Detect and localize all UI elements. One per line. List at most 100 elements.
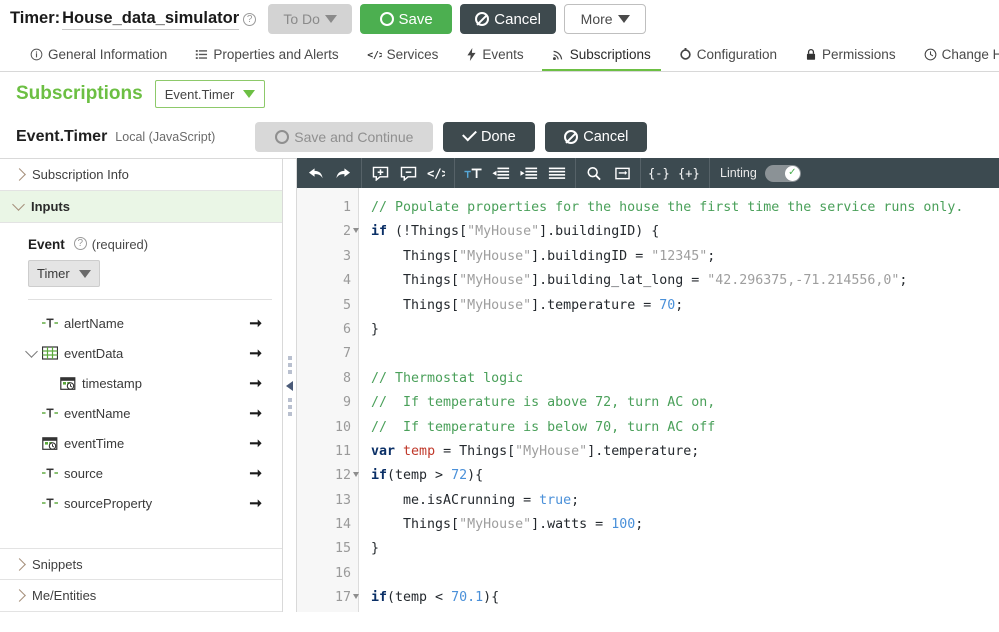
code-token: ; xyxy=(675,298,683,313)
subscription-select-value: Event.Timer xyxy=(165,87,235,102)
datetime-type-icon xyxy=(40,436,60,450)
redo-icon[interactable] xyxy=(329,158,357,188)
editor-header: Event.Timer Local (JavaScript) Save and … xyxy=(0,116,999,158)
collapse-panel-arrow-icon[interactable] xyxy=(286,381,293,391)
chevron-down-icon[interactable] xyxy=(22,349,40,358)
top-toolbar: Timer: House_data_simulator ? To Do Save… xyxy=(0,0,999,38)
insert-arrow-icon[interactable]: ➞ xyxy=(249,496,262,511)
cancel-button[interactable]: Cancel xyxy=(460,4,556,34)
tree-item-sourceProperty[interactable]: sourceProperty ➞ xyxy=(0,488,282,518)
more-button-label: More xyxy=(581,11,613,27)
search-icon[interactable] xyxy=(580,158,608,188)
replace-icon[interactable] xyxy=(608,158,636,188)
accordion-subscription-info[interactable]: Subscription Info xyxy=(0,159,282,191)
tree-item-eventData[interactable]: eventData ➞ xyxy=(0,338,282,368)
tree-item-eventName[interactable]: eventName ➞ xyxy=(0,398,282,428)
indent-icon[interactable] xyxy=(515,158,543,188)
tab-subscriptions[interactable]: Subscriptions xyxy=(538,38,665,71)
code-token: Things[ xyxy=(371,273,459,288)
subscription-select[interactable]: Event.Timer xyxy=(155,80,266,108)
expand-all-icon[interactable]: {+} xyxy=(675,158,705,188)
save-button[interactable]: Save xyxy=(360,4,452,34)
help-circle-icon[interactable]: ? xyxy=(243,13,256,26)
insert-arrow-icon[interactable]: ➞ xyxy=(249,316,262,331)
done-button[interactable]: Done xyxy=(443,122,535,152)
save-and-continue-label: Save and Continue xyxy=(294,129,413,145)
code-line: } xyxy=(371,537,999,561)
accordion-snippets[interactable]: Snippets xyxy=(0,548,282,580)
chevron-down-icon xyxy=(79,270,91,278)
splitter-grip[interactable] xyxy=(286,356,293,416)
fold-caret-icon[interactable] xyxy=(353,228,359,233)
accordion-label: Me/Entities xyxy=(32,588,96,603)
string-type-icon xyxy=(40,406,60,420)
infotable-type-icon xyxy=(40,346,60,360)
circle-icon xyxy=(380,12,394,26)
editor-cancel-button[interactable]: Cancel xyxy=(545,122,647,152)
format-lines-icon[interactable] xyxy=(543,158,571,188)
tab-configuration[interactable]: Configuration xyxy=(665,38,791,71)
remove-comment-icon[interactable] xyxy=(394,158,422,188)
insert-arrow-icon[interactable]: ➞ xyxy=(249,406,262,421)
tab-properties-and-alerts[interactable]: Properties and Alerts xyxy=(181,38,352,71)
code-token: "42.296375,-71.214556,0" xyxy=(707,273,899,288)
tree-item-label: sourceProperty xyxy=(64,496,249,511)
insert-arrow-icon[interactable]: ➞ xyxy=(249,436,262,451)
accordion-inputs[interactable]: Inputs xyxy=(0,191,282,223)
line-number: 13 xyxy=(297,489,358,513)
done-button-label: Done xyxy=(481,129,516,145)
linting-toggle[interactable]: ✓ xyxy=(765,165,801,182)
tree-item-source[interactable]: source ➞ xyxy=(0,458,282,488)
undo-icon[interactable] xyxy=(301,158,329,188)
code-line: me.isACrunning = true; xyxy=(371,489,999,513)
tree-item-timestamp[interactable]: timestamp ➞ xyxy=(0,368,282,398)
code-token: ].temperature = xyxy=(531,298,659,313)
divider xyxy=(28,299,272,300)
insert-arrow-icon[interactable]: ➞ xyxy=(249,346,262,361)
code-token: 100 xyxy=(611,517,635,532)
panel-splitter[interactable] xyxy=(283,158,296,612)
code-token: Things[ xyxy=(371,517,459,532)
code-line: Things["MyHouse"].buildingID = "12345"; xyxy=(371,245,999,269)
tree-item-eventTime[interactable]: eventTime ➞ xyxy=(0,428,282,458)
help-circle-icon[interactable]: ? xyxy=(74,237,87,250)
tab-events[interactable]: Events xyxy=(452,38,537,71)
toolbar-separator xyxy=(454,158,455,188)
code-line: if(temp > 72){ xyxy=(371,464,999,488)
insert-arrow-icon[interactable]: ➞ xyxy=(249,466,262,481)
tree-item-alertName[interactable]: alertName ➞ xyxy=(0,308,282,338)
insert-arrow-icon[interactable]: ➞ xyxy=(249,376,262,391)
text-size-icon[interactable] xyxy=(459,158,487,188)
tab-services[interactable]: </> Services xyxy=(353,38,453,71)
svg-text:</>: </> xyxy=(427,166,445,180)
tree-item-label: eventTime xyxy=(64,436,249,451)
tab-general-information[interactable]: General Information xyxy=(16,38,181,71)
save-and-continue-button[interactable]: Save and Continue xyxy=(255,122,433,152)
code-content[interactable]: // Populate properties for the house the… xyxy=(359,188,999,612)
tab-permissions[interactable]: Permissions xyxy=(791,38,910,71)
tree-item-label: source xyxy=(64,466,249,481)
tree-item-label: eventData xyxy=(64,346,249,361)
tab-change-history[interactable]: Change Hi xyxy=(910,38,999,71)
collapse-all-icon[interactable]: {-} xyxy=(645,158,675,188)
outdent-icon[interactable] xyxy=(487,158,515,188)
toolbar-separator xyxy=(640,158,641,188)
accordion-me-entities[interactable]: Me/Entities xyxy=(0,580,282,612)
code-editor-toolbar: </> {-} xyxy=(297,158,999,188)
inputs-panel-body: Event ? (required) Timer alertName ➞ xyxy=(0,223,282,548)
more-button[interactable]: More xyxy=(564,4,646,34)
event-select[interactable]: Timer xyxy=(28,260,100,287)
add-comment-icon[interactable] xyxy=(366,158,394,188)
check-icon xyxy=(462,127,477,142)
code-token: temp xyxy=(403,444,435,459)
code-area[interactable]: 1234567891011121314151617 // Populate pr… xyxy=(297,188,999,612)
fold-caret-icon[interactable] xyxy=(353,472,359,477)
chevron-down-icon xyxy=(325,15,337,23)
status-dropdown-button[interactable]: To Do xyxy=(268,4,352,34)
fold-caret-icon[interactable] xyxy=(353,594,359,599)
code-brackets-icon[interactable]: </> xyxy=(422,158,450,188)
code-line: // If temperature is below 70, turn AC o… xyxy=(371,416,999,440)
accordion-label: Inputs xyxy=(31,199,70,214)
code-token: 70 xyxy=(659,298,675,313)
toolbar-separator xyxy=(575,158,576,188)
